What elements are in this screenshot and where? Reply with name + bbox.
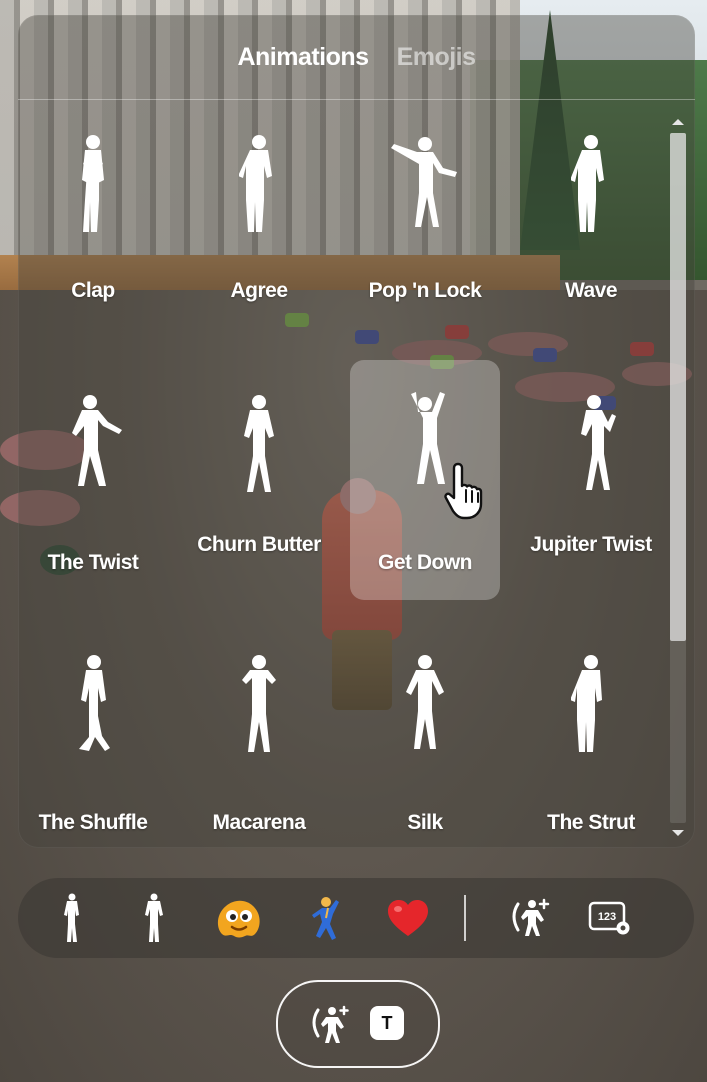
animation-agree[interactable]: Agree bbox=[184, 100, 334, 340]
animation-label: Agree bbox=[230, 279, 288, 302]
jupiter-twist-figure-icon bbox=[581, 395, 616, 490]
quickbar-divider bbox=[464, 895, 466, 941]
quick-slot-dancer-emoji[interactable] bbox=[294, 888, 354, 948]
animation-pop-n-lock[interactable]: Pop 'n Lock bbox=[350, 100, 500, 340]
dancer-emoji-icon bbox=[312, 897, 339, 940]
animation-label: The Strut bbox=[547, 811, 635, 834]
hand-pointer-cursor-icon bbox=[444, 462, 483, 520]
churn-butter-figure-icon bbox=[244, 395, 274, 492]
animation-churn-butter[interactable]: Churn Butter bbox=[184, 360, 334, 600]
strut-figure-icon bbox=[571, 655, 602, 752]
quick-slot-blob-emoji[interactable] bbox=[208, 888, 268, 948]
tab-animations[interactable]: Animations bbox=[237, 43, 369, 72]
keybind-settings-icon: 123 bbox=[588, 901, 630, 935]
wave-figure-icon bbox=[571, 135, 604, 232]
emote-panel: Animations Emojis Clap Agree Pop 'n Lock bbox=[18, 15, 695, 848]
clap-figure-icon bbox=[82, 135, 104, 232]
tab-emojis[interactable]: Emojis bbox=[397, 43, 476, 72]
silk-figure-icon bbox=[406, 655, 444, 749]
keybind-settings-button[interactable]: 123 bbox=[580, 888, 640, 948]
animation-label: Get Down bbox=[378, 551, 473, 574]
quick-slot-heart-emoji[interactable] bbox=[378, 888, 438, 948]
animation-label: Wave bbox=[564, 279, 618, 302]
emote-toggle-button[interactable]: T bbox=[276, 980, 440, 1068]
agree-figure-icon bbox=[239, 135, 272, 232]
macarena-figure-icon bbox=[242, 655, 276, 752]
animation-the-twist[interactable]: The Twist bbox=[18, 360, 168, 600]
animation-jupiter-twist[interactable]: Jupiter Twist bbox=[516, 360, 666, 600]
animation-label: Clap bbox=[71, 279, 115, 302]
figure-icon bbox=[64, 893, 79, 942]
figure-icon bbox=[145, 893, 163, 942]
animation-silk[interactable]: Silk bbox=[350, 620, 500, 848]
animation-macarena[interactable]: Macarena bbox=[184, 620, 334, 848]
animation-clap[interactable]: Clap bbox=[18, 100, 168, 340]
scrollbar[interactable] bbox=[666, 105, 690, 840]
animation-label: The Twist bbox=[47, 551, 139, 574]
blob-emoji-icon bbox=[217, 900, 260, 938]
animation-the-shuffle[interactable]: The Shuffle bbox=[18, 620, 168, 848]
quick-slot-figure-1[interactable] bbox=[42, 888, 102, 948]
quick-slot-figure-2[interactable] bbox=[124, 888, 184, 948]
heart-emoji-icon bbox=[388, 900, 428, 936]
pop-n-lock-figure-icon bbox=[391, 137, 457, 227]
scroll-thumb[interactable] bbox=[670, 133, 686, 641]
emote-add-icon bbox=[512, 898, 550, 936]
scroll-down-arrow-icon[interactable] bbox=[672, 830, 684, 836]
emote-toggle-icon bbox=[312, 1005, 349, 1043]
animation-label: Macarena bbox=[212, 811, 306, 834]
animation-label: The Shuffle bbox=[38, 811, 148, 834]
shuffle-figure-icon bbox=[79, 655, 110, 751]
animation-label: Jupiter Twist bbox=[530, 533, 652, 556]
emote-add-button[interactable] bbox=[500, 888, 560, 948]
twist-figure-icon bbox=[72, 395, 122, 486]
scroll-up-arrow-icon[interactable] bbox=[672, 119, 684, 125]
animation-label: Pop 'n Lock bbox=[368, 279, 482, 302]
emote-tabs: Animations Emojis bbox=[18, 15, 695, 100]
toggle-key-label: T bbox=[370, 1006, 404, 1040]
keybind-icon-text: 123 bbox=[598, 911, 616, 923]
emote-quickbar: 123 bbox=[18, 878, 694, 958]
animation-label: Churn Butter bbox=[197, 533, 321, 556]
animation-label: Silk bbox=[407, 811, 443, 834]
animation-wave[interactable]: Wave bbox=[516, 100, 666, 340]
get-down-figure-icon bbox=[411, 392, 445, 484]
animation-the-strut[interactable]: The Strut bbox=[516, 620, 666, 848]
